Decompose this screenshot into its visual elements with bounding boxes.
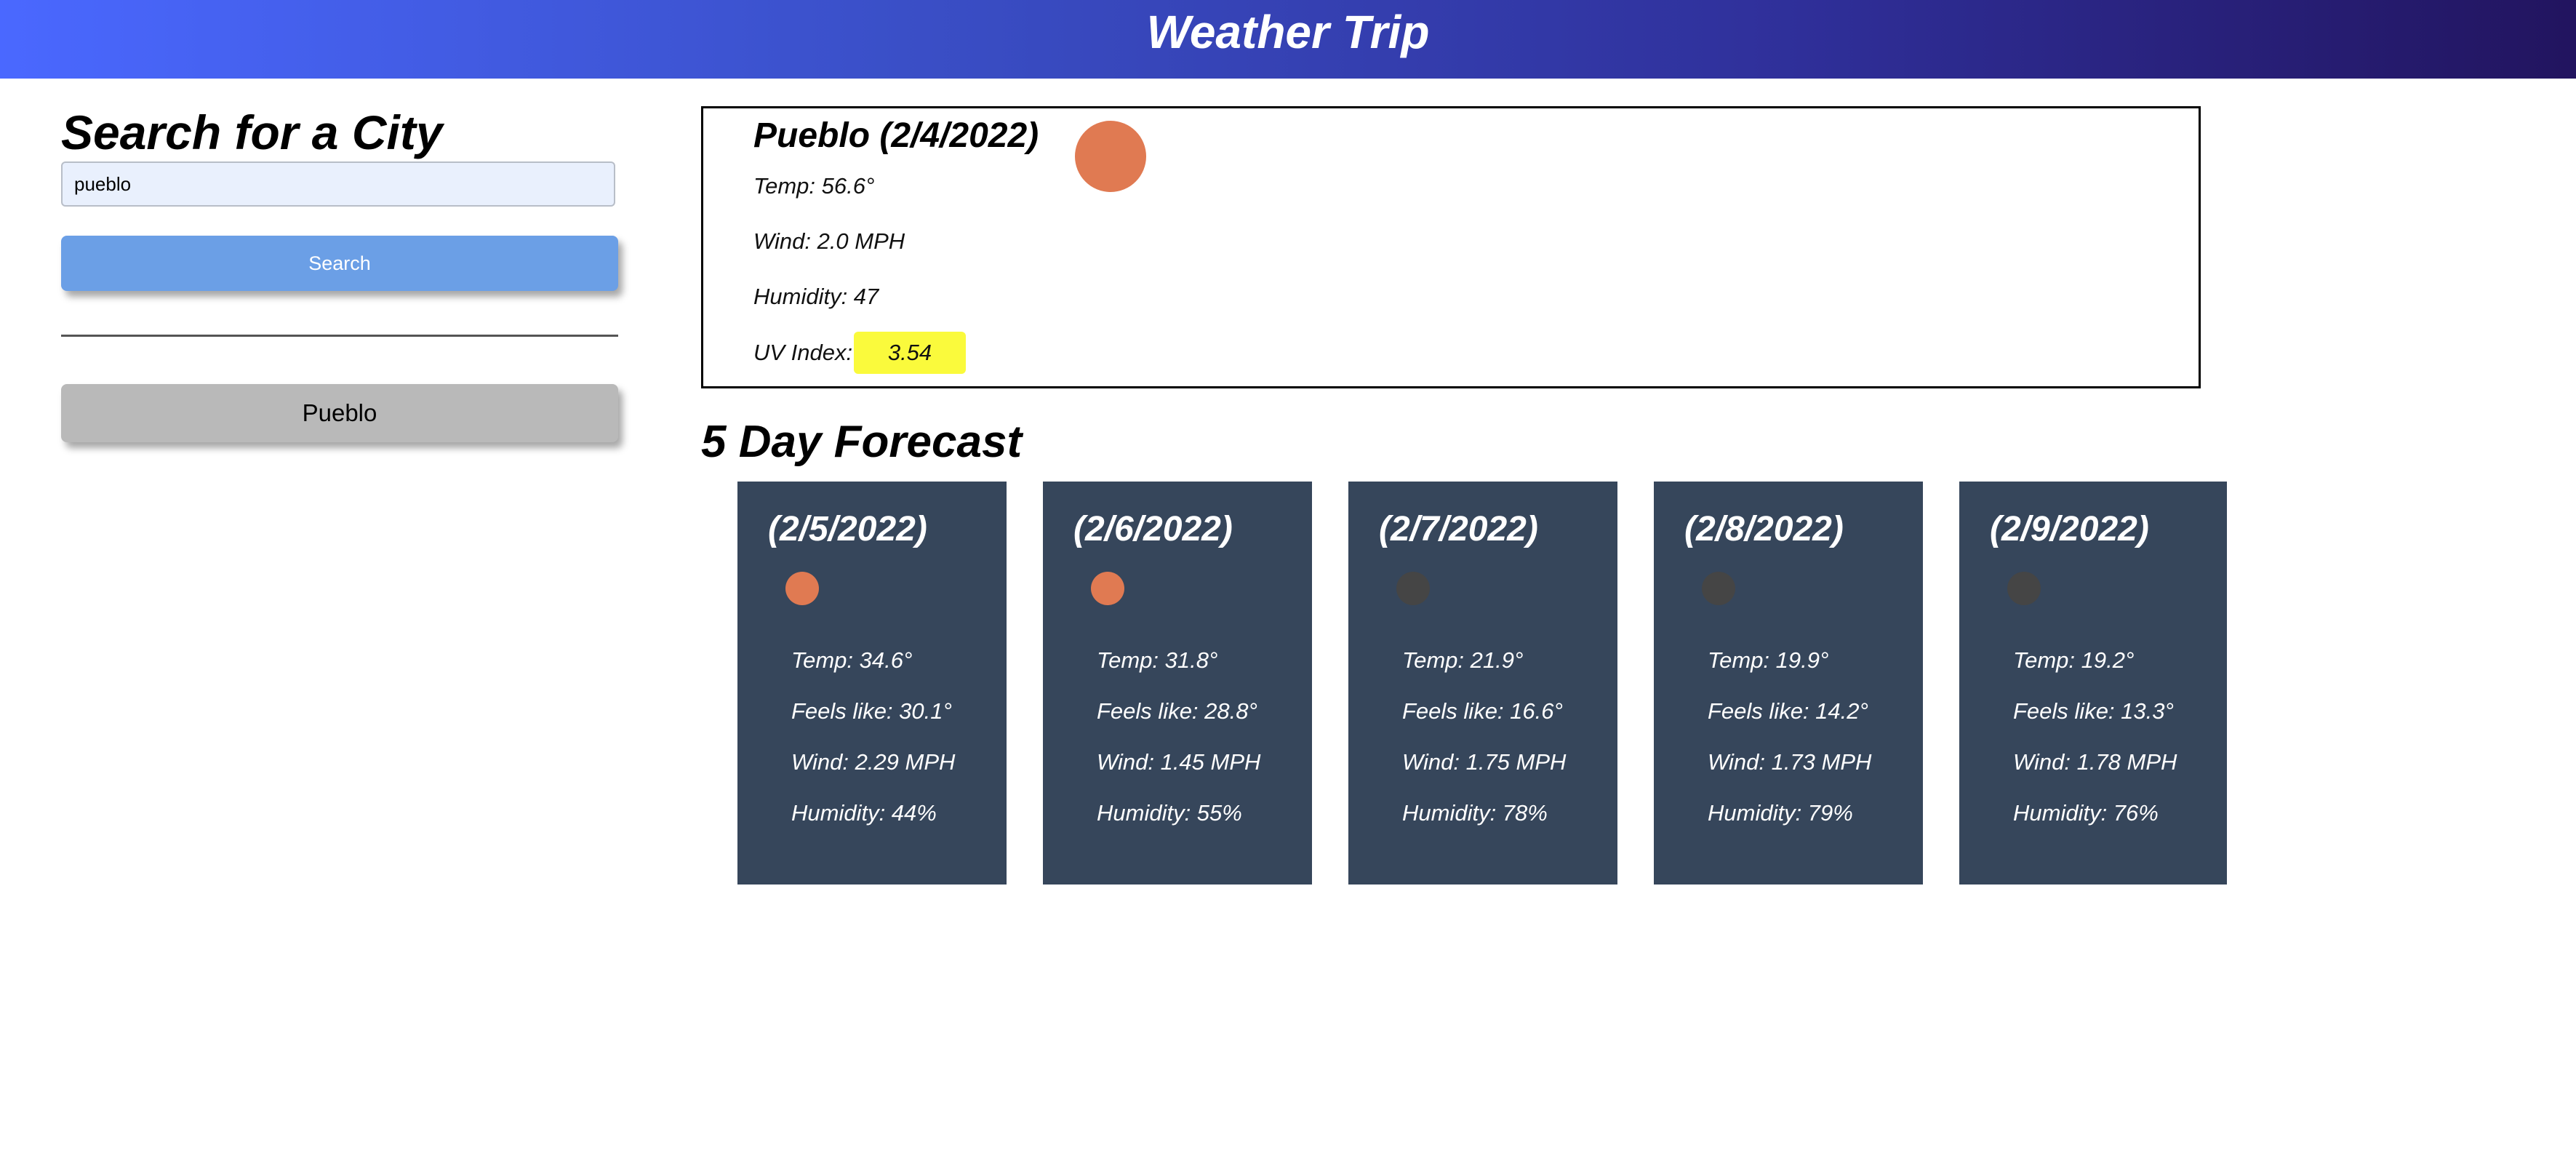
forecast-card: (2/7/2022) Temp: 21.9° Feels like: 16.6°… (1348, 482, 1617, 885)
app-title: Weather Trip (1146, 6, 1430, 58)
forecast-temp: Temp: 19.2° (2013, 647, 2135, 673)
forecast-wind: Wind: 1.78 MPH (2013, 749, 2177, 775)
forecast-date: (2/9/2022) (1990, 510, 2149, 548)
forecast-feels-like: Feels like: 16.6° (1402, 698, 1563, 724)
forecast-feels-like: Feels like: 28.8° (1097, 698, 1257, 724)
sun-icon (1075, 121, 1146, 192)
forecast-wind: Wind: 1.73 MPH (1708, 749, 1872, 775)
uv-index-badge: 3.54 (854, 332, 966, 374)
forecast-card: (2/6/2022) Temp: 31.8° Feels like: 28.8°… (1043, 482, 1312, 885)
cloud-icon (1396, 572, 1430, 605)
search-heading: Search for a City (61, 105, 443, 159)
sun-icon (785, 572, 819, 605)
forecast-date: (2/6/2022) (1073, 510, 1233, 548)
forecast-temp: Temp: 21.9° (1402, 647, 1524, 673)
forecast-date: (2/7/2022) (1379, 510, 1538, 548)
search-button[interactable]: Search (61, 236, 618, 291)
cloud-icon (2007, 572, 2041, 605)
forecast-feels-like: Feels like: 30.1° (791, 698, 952, 724)
cloud-icon (1702, 572, 1735, 605)
forecast-heading: 5 Day Forecast (701, 417, 1023, 467)
current-humidity: Humidity: 47 (753, 284, 879, 309)
forecast-card: (2/5/2022) Temp: 34.6° Feels like: 30.1°… (737, 482, 1007, 885)
forecast-card: (2/8/2022) Temp: 19.9° Feels like: 14.2°… (1654, 482, 1923, 885)
forecast-temp: Temp: 19.9° (1708, 647, 1829, 673)
forecast-date: (2/5/2022) (768, 510, 927, 548)
current-temp: Temp: 56.6° (753, 173, 875, 199)
current-wind: Wind: 2.0 MPH (753, 228, 905, 254)
uv-index-label: UV Index: (753, 340, 853, 365)
divider (61, 335, 618, 337)
forecast-feels-like: Feels like: 13.3° (2013, 698, 2174, 724)
forecast-humidity: Humidity: 55% (1097, 800, 1242, 826)
forecast-wind: Wind: 1.75 MPH (1402, 749, 1567, 775)
sun-icon (1091, 572, 1124, 605)
forecast-humidity: Humidity: 79% (1708, 800, 1853, 826)
forecast-humidity: Humidity: 44% (791, 800, 937, 826)
forecast-feels-like: Feels like: 14.2° (1708, 698, 1868, 724)
forecast-humidity: Humidity: 76% (2013, 800, 2159, 826)
forecast-wind: Wind: 1.45 MPH (1097, 749, 1261, 775)
forecast-humidity: Humidity: 78% (1402, 800, 1548, 826)
forecast-card: (2/9/2022) Temp: 19.2° Feels like: 13.3°… (1959, 482, 2227, 885)
app-header: Weather Trip (0, 0, 2576, 79)
forecast-date: (2/8/2022) (1684, 510, 1844, 548)
history-button-pueblo[interactable]: Pueblo (61, 384, 618, 442)
forecast-temp: Temp: 31.8° (1097, 647, 1218, 673)
forecast-temp: Temp: 34.6° (791, 647, 913, 673)
city-search-input[interactable] (61, 161, 615, 207)
current-city-title: Pueblo (2/4/2022) (753, 116, 1039, 155)
forecast-wind: Wind: 2.29 MPH (791, 749, 956, 775)
